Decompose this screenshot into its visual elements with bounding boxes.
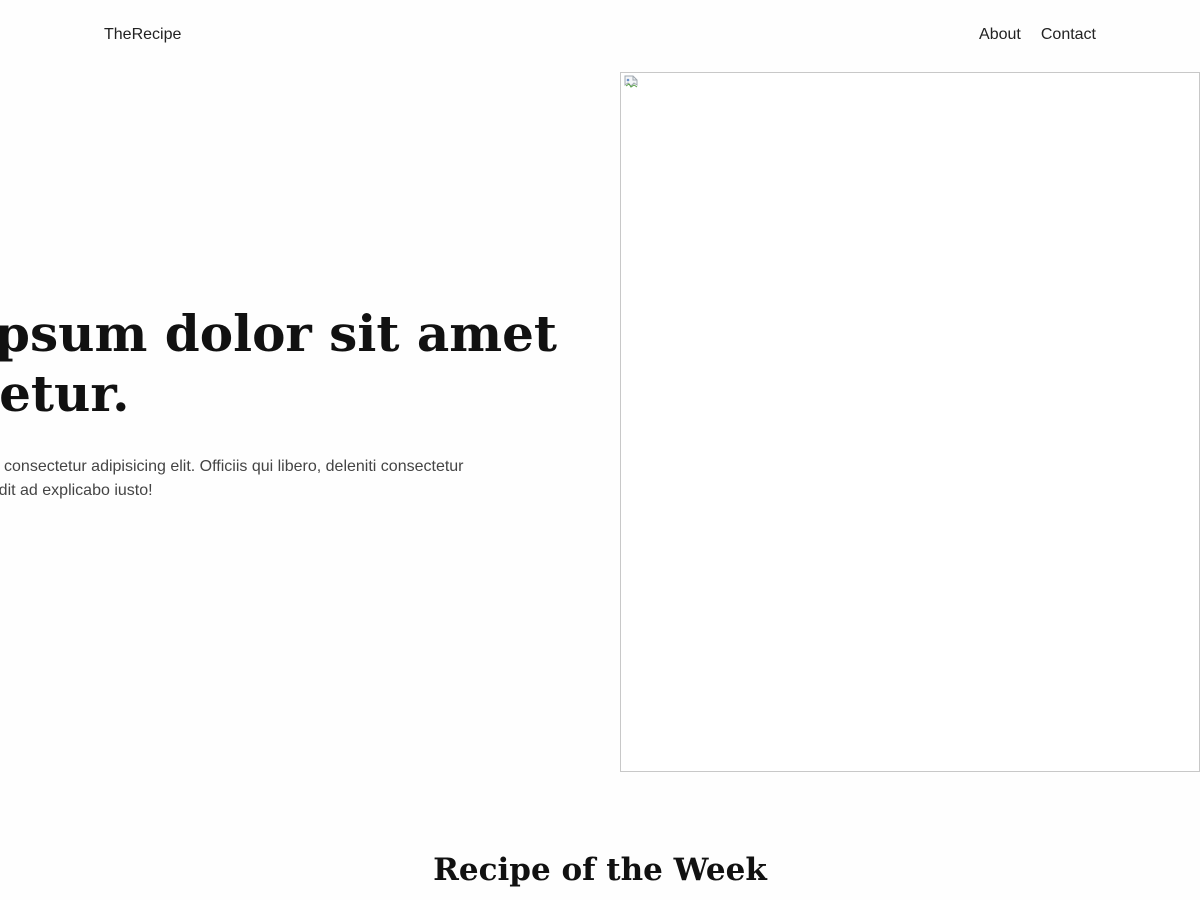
- hero-image: [620, 72, 1200, 772]
- section-title: Recipe of the Week: [433, 852, 767, 888]
- nav-link-about[interactable]: About: [979, 26, 1021, 44]
- hero-heading-line-2: tetur.: [0, 364, 130, 423]
- nav-link-contact[interactable]: Contact: [1041, 26, 1096, 44]
- navbar: TheRecipe About Contact: [0, 0, 1200, 72]
- hero-heading-line-1: ipsum dolor sit amet: [0, 304, 558, 363]
- brand-link[interactable]: TheRecipe: [104, 26, 181, 44]
- hero-content: ipsum dolor sit amet tetur. amet consect…: [0, 72, 620, 772]
- hero-description: amet consectetur adipisicing elit. Offic…: [0, 455, 524, 503]
- broken-image-icon: [624, 75, 638, 88]
- hero-heading: ipsum dolor sit amet tetur.: [0, 304, 616, 424]
- hero-description-line-2: impedit ad explicabo iusto!: [0, 482, 153, 499]
- nav-links: About Contact: [979, 26, 1096, 44]
- hero-description-line-1: amet consectetur adipisicing elit. Offic…: [0, 458, 464, 475]
